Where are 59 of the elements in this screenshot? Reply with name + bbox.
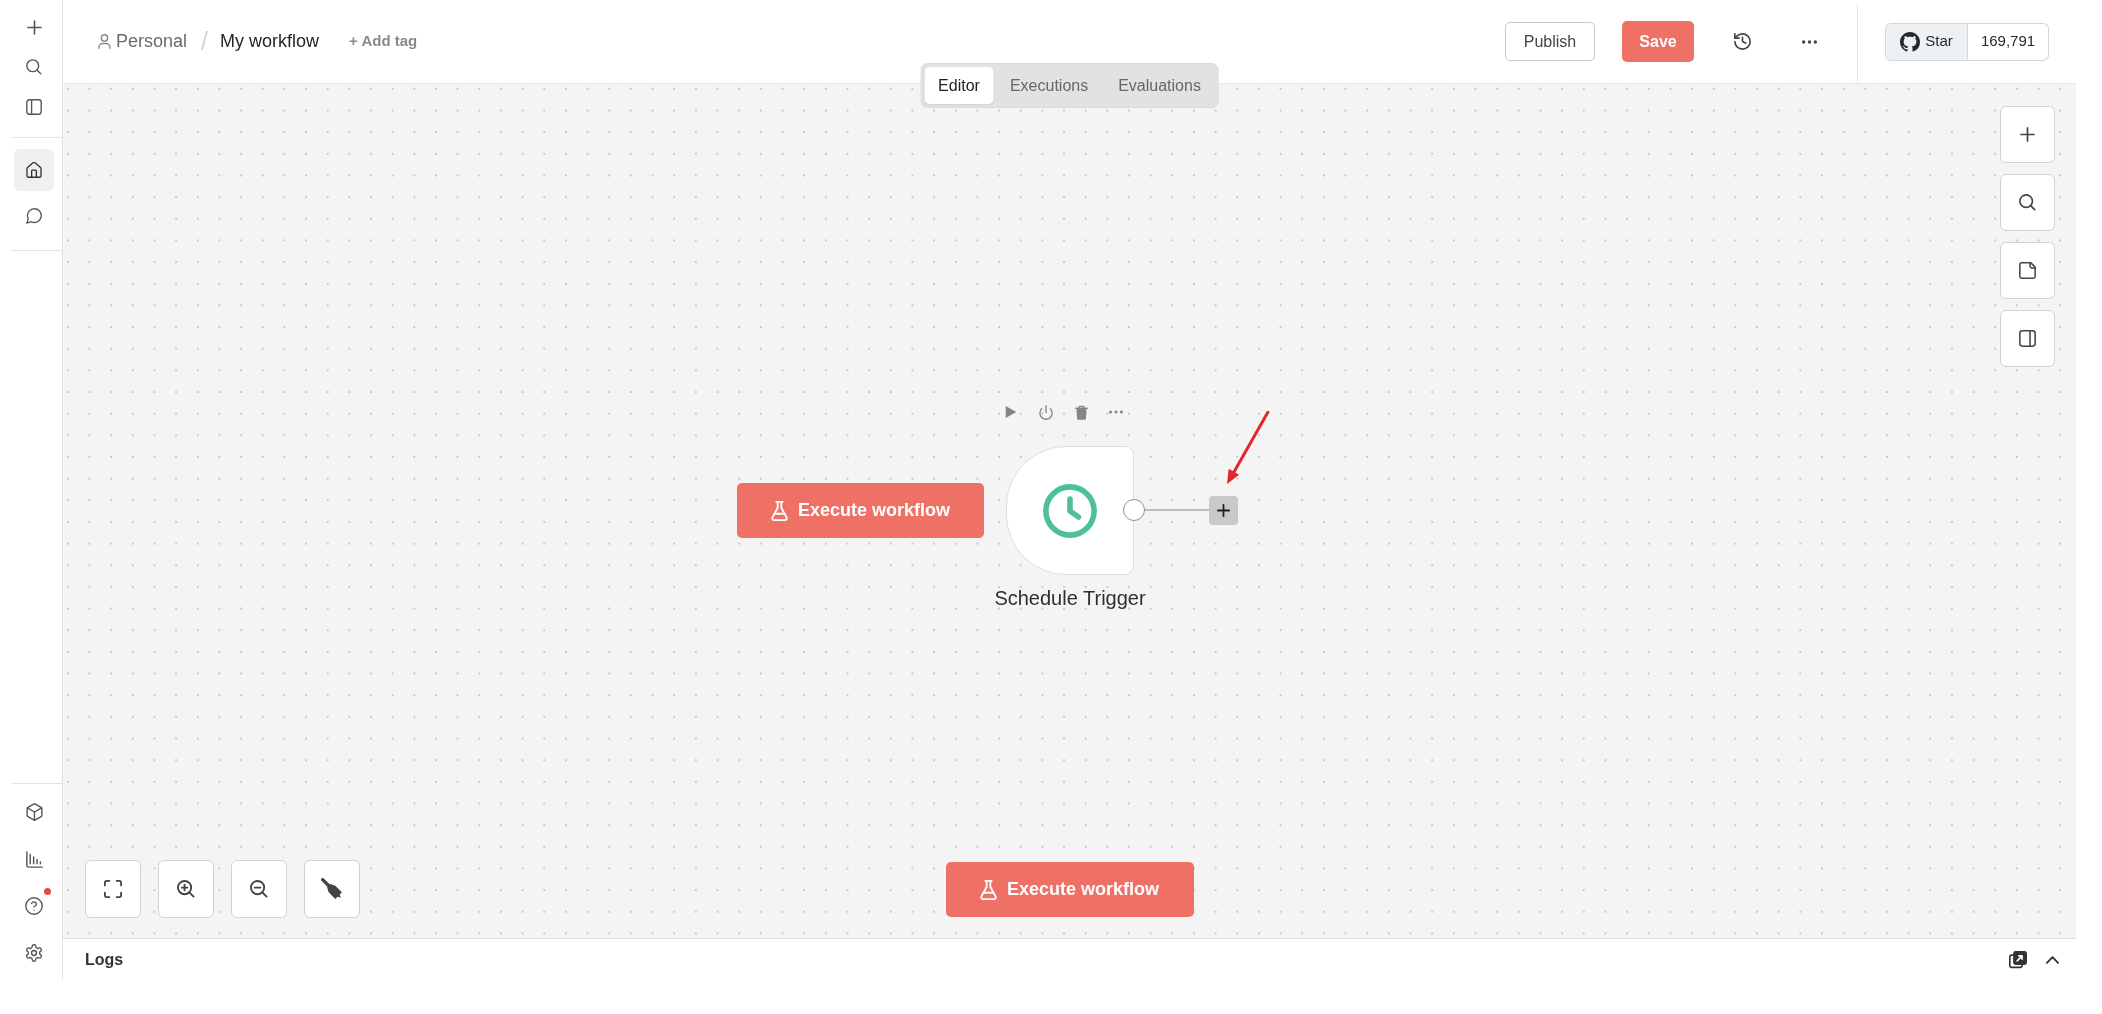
publish-button[interactable]: Publish: [1505, 22, 1595, 61]
fit-view-button[interactable]: [85, 860, 141, 918]
note-icon: [2019, 262, 2036, 279]
settings-icon: [25, 944, 43, 962]
chevron-up-icon[interactable]: [2046, 955, 2059, 964]
trash-icon[interactable]: [1074, 404, 1088, 420]
clock-icon: [1043, 483, 1097, 538]
flask-icon: [979, 879, 997, 900]
home-icon: [26, 162, 42, 178]
star-button[interactable]: Star: [1885, 22, 1968, 61]
zoom-out-button[interactable]: [231, 860, 287, 918]
logo-icon: [1900, 31, 1921, 52]
chat-bubble-icon: [26, 208, 42, 224]
panel-icon: [2019, 330, 2036, 347]
trigger-node[interactable]: [1006, 446, 1134, 575]
plus-icon: [2020, 127, 2035, 142]
tab[interactable]: Evaluations: [1104, 67, 1215, 104]
project-link[interactable]: Personal: [116, 28, 188, 55]
tidy-up-button[interactable]: [304, 860, 360, 918]
node-label: Schedule Trigger: [994, 586, 1146, 610]
corners-icon: [104, 880, 122, 898]
history-icon: [1733, 33, 1751, 50]
star-count: 169,791: [1968, 22, 2049, 61]
panel-toggle-button[interactable]: [2000, 310, 2055, 367]
plus-icon: [26, 19, 42, 35]
search-icon: [2019, 194, 2036, 211]
output-handle[interactable]: [1123, 499, 1145, 521]
save-button[interactable]: Save: [1622, 21, 1694, 62]
add-tag-button[interactable]: + Add tag: [349, 30, 418, 53]
box-icon: [25, 803, 43, 821]
sticky-note-button[interactable]: [2000, 242, 2055, 299]
add-node-button[interactable]: [2000, 106, 2055, 163]
help-icon: [25, 897, 43, 915]
home-button[interactable]: [14, 149, 54, 191]
flask-icon: [770, 500, 788, 521]
search-button[interactable]: [2000, 174, 2055, 231]
workflow-name[interactable]: My workflow: [220, 28, 319, 55]
zoom-out-icon: [250, 880, 268, 898]
add-node-button[interactable]: [1209, 496, 1238, 525]
bar-chart-icon: [25, 850, 43, 868]
panel-icon: [26, 99, 42, 115]
play-icon[interactable]: [1005, 405, 1017, 419]
tab[interactable]: Executions: [995, 67, 1103, 104]
more-icon[interactable]: [1109, 410, 1123, 414]
zoom-in-button[interactable]: [158, 860, 214, 918]
execute-workflow-button[interactable]: Execute workflow: [945, 862, 1194, 917]
plus-icon: [1217, 504, 1230, 517]
person-icon: [98, 34, 111, 49]
zoom-in-icon: [177, 880, 195, 898]
breadcrumb-separator: /: [201, 29, 208, 54]
connection-line: [1145, 509, 1209, 511]
search-icon: [26, 59, 42, 75]
pop-out-icon[interactable]: [2009, 950, 2027, 969]
more-icon: [1801, 39, 1817, 44]
power-icon[interactable]: [1039, 404, 1053, 420]
execute-workflow-button[interactable]: Execute workflow: [737, 483, 984, 538]
broom-icon: [321, 878, 343, 900]
tab[interactable]: Editor: [924, 67, 994, 104]
logs-label[interactable]: Logs: [85, 947, 124, 972]
